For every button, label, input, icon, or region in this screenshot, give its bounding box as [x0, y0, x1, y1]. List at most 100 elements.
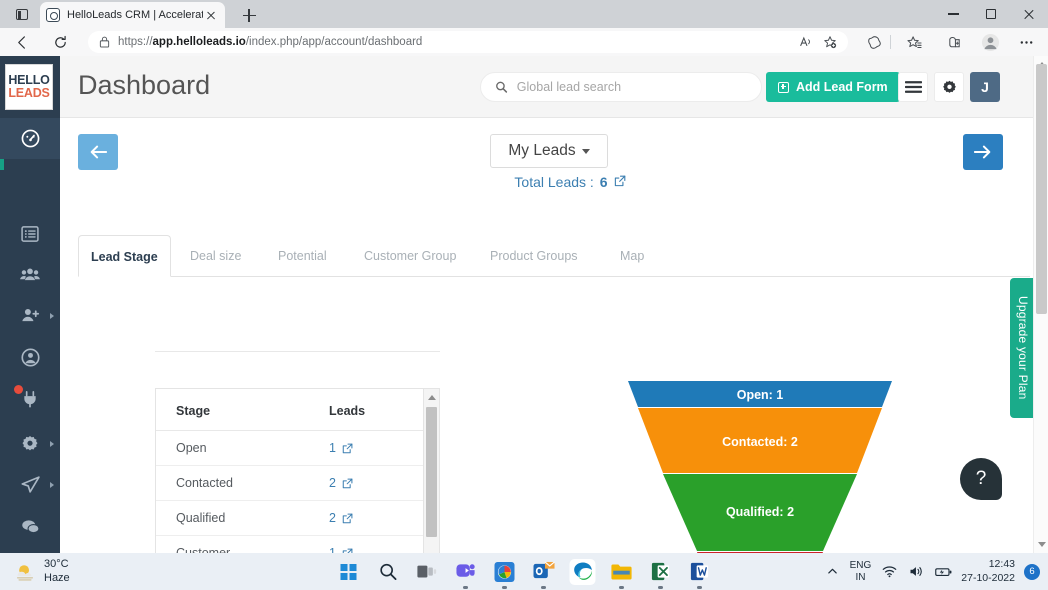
cell-stage: Contacted: [156, 465, 329, 501]
add-favorite-icon[interactable]: [820, 32, 840, 52]
sidebar-item-integrations[interactable]: [0, 378, 60, 419]
show-hidden-icons-icon[interactable]: [825, 559, 841, 585]
section-divider: [155, 351, 440, 352]
help-label: ?: [975, 468, 987, 489]
volume-icon[interactable]: [907, 559, 925, 585]
clock-time: 12:43: [988, 557, 1015, 570]
total-leads-label: Total Leads :: [514, 174, 594, 190]
paper-plane-icon: [20, 476, 40, 493]
external-link-icon[interactable]: [614, 174, 626, 190]
new-tab-button[interactable]: [238, 5, 260, 25]
tab-search-button[interactable]: [8, 4, 36, 25]
close-icon[interactable]: [203, 7, 219, 23]
scroll-up-icon[interactable]: [424, 390, 439, 405]
helloleads-logo[interactable]: HELLO LEADS: [5, 64, 53, 110]
read-aloud-icon[interactable]: [796, 32, 816, 52]
global-search[interactable]: [480, 72, 762, 102]
arrow-right-icon: [974, 145, 991, 159]
url-path: /index.php/app/account/dashboard: [245, 36, 423, 48]
browser-tab-strip: HelloLeads CRM | Accelerate You: [0, 0, 1048, 28]
sidebar-item-chat[interactable]: [0, 506, 60, 547]
tab-product-groups[interactable]: Product Groups: [478, 235, 590, 277]
refresh-icon[interactable]: [48, 30, 72, 54]
funnel-label-open: Open: 1: [737, 388, 784, 402]
word-icon[interactable]: [687, 559, 713, 585]
notification-count-badge[interactable]: 6: [1024, 563, 1040, 580]
profile-icon[interactable]: [978, 30, 1002, 54]
weather-widget[interactable]: 30°C Haze: [14, 558, 70, 586]
tab-deal-size[interactable]: Deal size: [178, 235, 253, 277]
lead-stage-table-card: Stage Leads Open 1 Contacted 2 Qualified…: [155, 388, 440, 553]
sidebar-item-teams[interactable]: [0, 254, 60, 295]
start-icon[interactable]: [336, 559, 362, 585]
leads-filter-dropdown[interactable]: My Leads: [490, 134, 608, 168]
table-scrollbar[interactable]: [423, 389, 439, 553]
lead-stage-funnel-chart: Open: 1 Contacted: 2 Qualified: 2 Custom…: [628, 381, 892, 553]
url-bar-actions: [796, 32, 840, 52]
menu-toggle-button[interactable]: [898, 72, 928, 102]
scroll-down-icon[interactable]: [1034, 537, 1048, 552]
file-explorer-icon[interactable]: [609, 559, 635, 585]
table-row[interactable]: Customer 1: [156, 535, 439, 553]
column-header-stage: Stage: [156, 389, 329, 431]
search-icon[interactable]: [375, 559, 401, 585]
close-window-button[interactable]: [1010, 0, 1048, 28]
collections-icon[interactable]: [902, 30, 926, 54]
wifi-icon[interactable]: [880, 559, 898, 585]
browser-essentials-icon[interactable]: [942, 30, 966, 54]
clock[interactable]: 12:43 27-10-2022: [961, 558, 1015, 585]
edge-icon[interactable]: [569, 558, 596, 585]
maximize-button[interactable]: [972, 0, 1010, 28]
tab-lead-stage[interactable]: Lead Stage: [78, 235, 171, 277]
previous-button[interactable]: [78, 134, 118, 170]
chevron-down-icon: [581, 148, 590, 154]
excel-icon[interactable]: [648, 559, 674, 585]
page-scrollbar[interactable]: [1033, 56, 1048, 553]
add-lead-form-button[interactable]: Add Lead Form: [766, 72, 900, 102]
total-leads-count: 6: [599, 174, 608, 190]
task-view-icon[interactable]: [414, 559, 440, 585]
settings-more-icon[interactable]: [1014, 30, 1038, 54]
total-leads: Total Leads : 6: [470, 174, 670, 190]
table-row[interactable]: Contacted 2: [156, 465, 439, 501]
teams-icon[interactable]: [453, 559, 479, 585]
list-icon: [21, 225, 39, 242]
browser-nav-bar: https://app.helloleads.io/index.php/app/…: [0, 28, 1048, 56]
minimize-button[interactable]: [934, 0, 972, 28]
page-scrollbar-thumb[interactable]: [1036, 64, 1047, 314]
lead-stage-table: Stage Leads Open 1 Contacted 2 Qualified…: [156, 389, 439, 553]
help-button[interactable]: ?: [960, 458, 1002, 500]
url-bar[interactable]: https://app.helloleads.io/index.php/app/…: [88, 31, 848, 53]
sidebar-item-settings[interactable]: [0, 423, 60, 464]
users-icon: [20, 267, 40, 280]
back-icon[interactable]: [10, 30, 34, 54]
battery-icon[interactable]: [934, 559, 952, 585]
scrollbar-thumb[interactable]: [426, 407, 437, 537]
sidebar-item-leads-list[interactable]: [0, 213, 60, 254]
outlook-icon[interactable]: [531, 559, 557, 585]
taskbar-apps: [336, 558, 713, 585]
table-row[interactable]: Open 1: [156, 430, 439, 466]
tab-potential[interactable]: Potential: [266, 235, 339, 277]
language-indicator[interactable]: ENG IN: [850, 560, 872, 583]
sidebar-item-campaigns[interactable]: [0, 464, 60, 505]
settings-button[interactable]: [934, 72, 964, 102]
sidebar-item-account[interactable]: [0, 337, 60, 378]
search-input[interactable]: [516, 80, 747, 94]
sidebar-item-add-user[interactable]: [0, 295, 60, 336]
helloleads-favicon: [46, 8, 60, 22]
arrow-left-icon: [90, 145, 107, 159]
split-screen-icon[interactable]: [862, 30, 886, 54]
next-button[interactable]: [963, 134, 1003, 170]
avatar[interactable]: J: [970, 72, 1000, 102]
chevron-right-icon: [50, 440, 54, 447]
tab-map[interactable]: Map: [608, 235, 656, 277]
browser-tab-title: HelloLeads CRM | Accelerate You: [67, 9, 203, 21]
browser-tab[interactable]: HelloLeads CRM | Accelerate You: [40, 2, 225, 28]
table-row[interactable]: Qualified 2: [156, 500, 439, 536]
add-user-icon: [21, 309, 39, 322]
app-icon[interactable]: [492, 559, 518, 585]
sidebar-item-dashboard[interactable]: [0, 118, 60, 159]
external-link-icon: [342, 443, 353, 453]
tab-customer-group[interactable]: Customer Group: [352, 235, 468, 277]
